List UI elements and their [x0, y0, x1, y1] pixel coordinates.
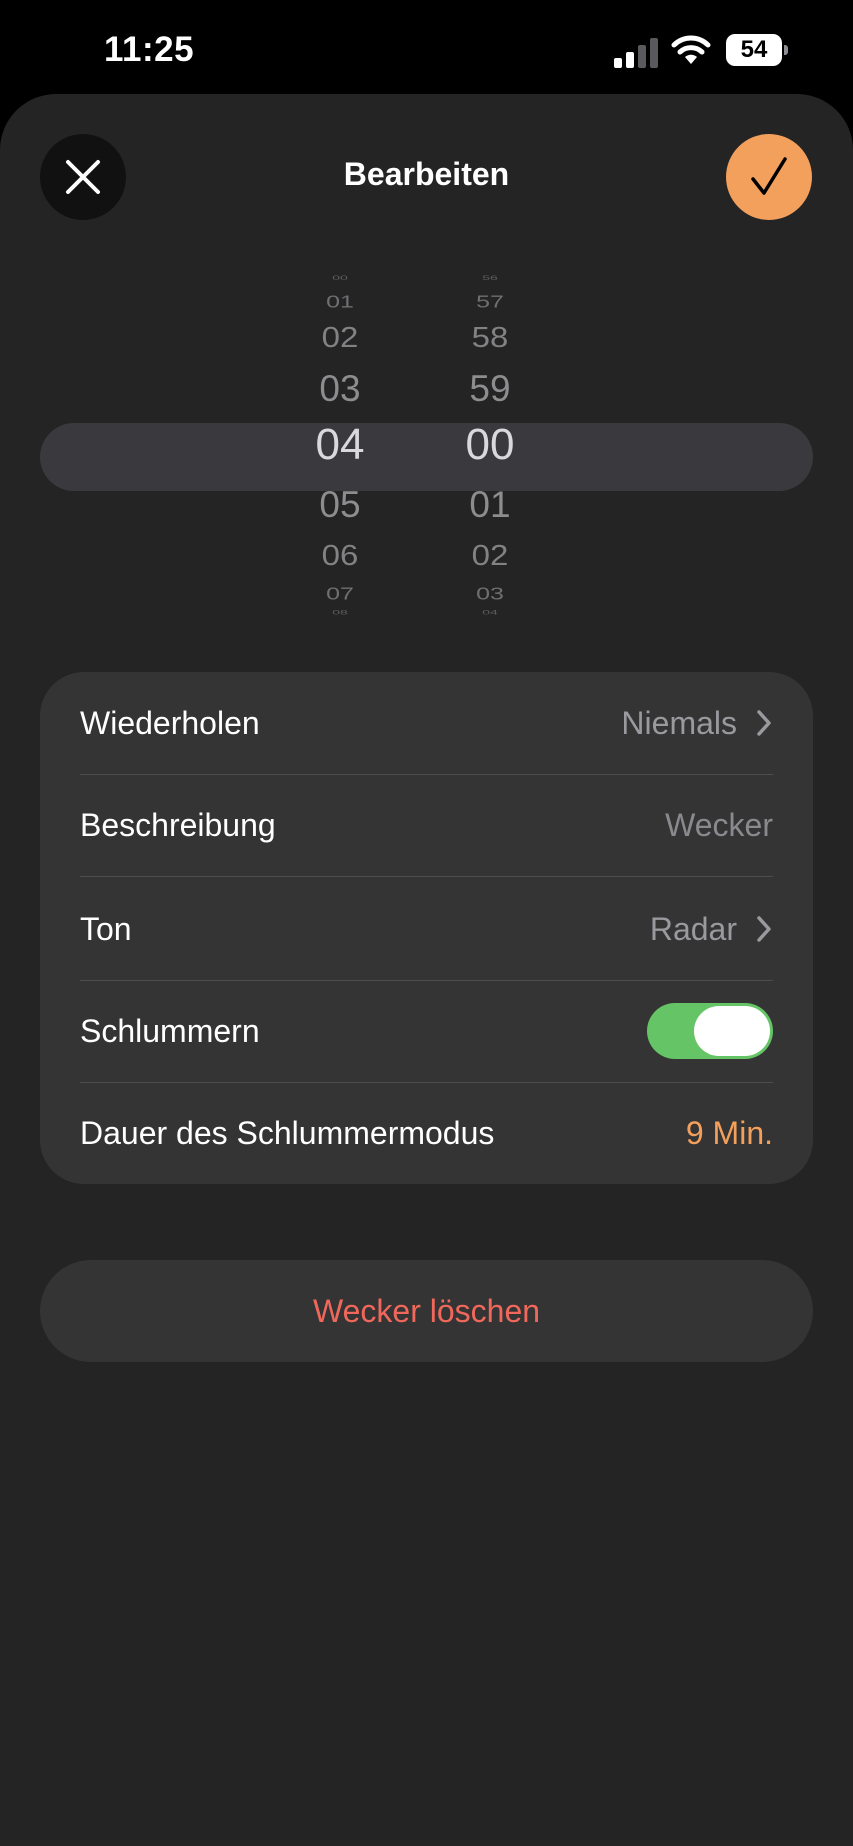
- minute-option[interactable]: 58: [430, 320, 550, 355]
- hour-option[interactable]: 07: [280, 584, 400, 604]
- cellular-signal-icon: [614, 38, 658, 68]
- delete-alarm-button[interactable]: Wecker löschen: [40, 1260, 813, 1362]
- snooze-label: Schlummern: [80, 1012, 260, 1049]
- description-label: Beschreibung: [80, 806, 276, 843]
- edit-alarm-sheet: Bearbeiten 00 01 02 03 04 05 06 07 08 56…: [0, 94, 853, 1846]
- sound-value: Radar: [649, 910, 737, 947]
- description-row[interactable]: Beschreibung Wecker: [80, 774, 773, 876]
- snooze-duration-label: Dauer des Schlummermodus: [80, 1114, 495, 1151]
- hour-option[interactable]: 05: [280, 484, 400, 528]
- hour-option[interactable]: 02: [280, 320, 400, 355]
- chevron-right-icon: [757, 916, 771, 942]
- snooze-toggle[interactable]: [647, 1003, 773, 1059]
- picker-selection-band: [40, 423, 813, 491]
- description-field[interactable]: Wecker: [665, 807, 773, 844]
- alarm-settings-card: Wiederholen Niemals Beschreibung Wecker …: [40, 672, 813, 1184]
- minute-option[interactable]: 59: [430, 368, 550, 412]
- minute-option[interactable]: 04: [430, 608, 550, 615]
- checkmark-icon: [751, 157, 787, 195]
- minute-option[interactable]: 01: [430, 484, 550, 528]
- toggle-knob: [694, 1006, 770, 1056]
- minute-option[interactable]: 02: [430, 538, 550, 573]
- snooze-duration-row[interactable]: Dauer des Schlummermodus 9 Min.: [80, 1082, 773, 1184]
- hour-option[interactable]: 01: [280, 292, 400, 312]
- minute-option[interactable]: 56: [430, 274, 550, 281]
- hour-wheel[interactable]: 00 01 02 03 04 05 06 07 08: [280, 274, 400, 734]
- status-time: 11:25: [104, 30, 195, 69]
- sound-row[interactable]: Ton Radar: [80, 878, 773, 980]
- battery-icon: 54: [726, 34, 788, 66]
- chevron-right-icon: [757, 710, 771, 736]
- hour-option[interactable]: 08: [280, 608, 400, 615]
- divider: [80, 876, 773, 877]
- selected-hour[interactable]: 04: [280, 420, 400, 472]
- confirm-button[interactable]: [726, 134, 812, 220]
- battery-level: 54: [740, 36, 768, 63]
- sound-label: Ton: [80, 910, 132, 947]
- minute-option[interactable]: 03: [430, 584, 550, 604]
- minute-wheel[interactable]: 56 57 58 59 00 01 02 03 04: [430, 274, 550, 734]
- repeat-row[interactable]: Wiederholen Niemals: [80, 672, 773, 774]
- minute-option[interactable]: 57: [430, 292, 550, 312]
- hour-option[interactable]: 06: [280, 538, 400, 573]
- hour-option[interactable]: 03: [280, 368, 400, 412]
- hour-option[interactable]: 00: [280, 274, 400, 281]
- selected-minute[interactable]: 00: [430, 420, 550, 472]
- repeat-value: Niemals: [621, 704, 737, 741]
- repeat-label: Wiederholen: [80, 704, 260, 741]
- wifi-icon: [671, 35, 711, 64]
- snooze-row: Schlummern: [80, 980, 773, 1082]
- snooze-duration-value: 9 Min.: [685, 1114, 773, 1151]
- status-bar: 11:25 54: [0, 0, 853, 96]
